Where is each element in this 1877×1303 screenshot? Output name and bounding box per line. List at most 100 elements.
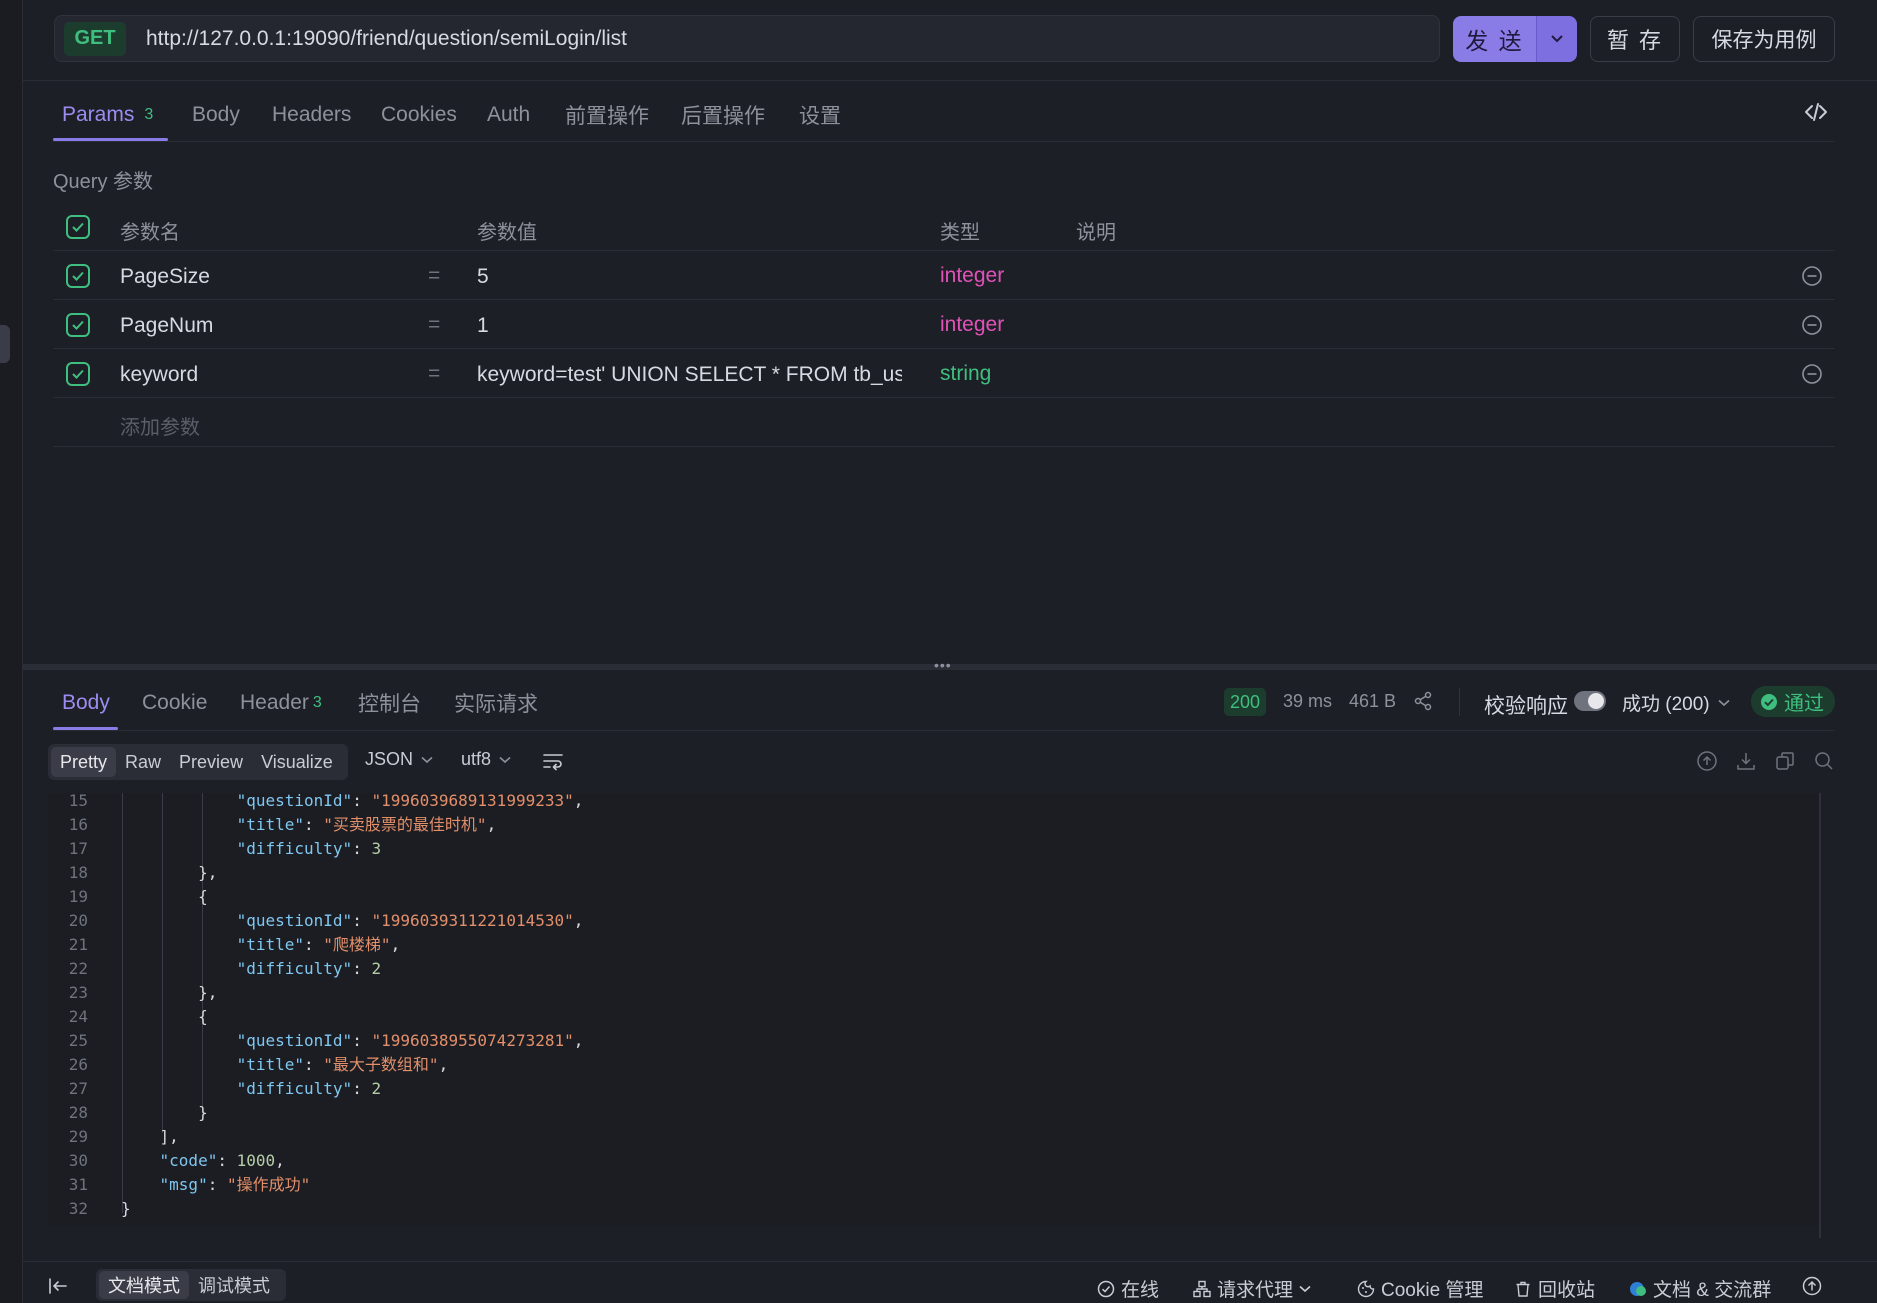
param-name[interactable]: PageSize [120,265,210,289]
line-number: 28 [68,1103,88,1122]
remove-icon[interactable] [1801,314,1823,336]
search-icon[interactable] [1813,750,1835,772]
save-as-case-button[interactable]: 保存为用例 [1693,16,1835,62]
response-tab-actual-request[interactable]: 实际请求 [454,688,538,718]
url-bar[interactable]: GET http://127.0.0.1:19090/friend/questi… [54,15,1440,62]
code-token: "1996039689131999233" [371,791,574,810]
divider [53,299,1835,300]
online-status[interactable]: 在线 [1097,1275,1159,1302]
tab-pre-request[interactable]: 前置操作 [565,100,649,130]
copy-icon[interactable] [1774,750,1796,772]
send-dropdown-button[interactable] [1536,16,1577,62]
check-icon [72,369,84,379]
code-token: "difficulty" [236,1079,353,1098]
line-number: 27 [68,1079,88,1098]
sidebar-expand-handle[interactable] [0,325,10,363]
encoding-select[interactable]: utf8 [461,749,511,770]
scroll-to-top-icon[interactable] [1802,1276,1822,1296]
row-checkbox[interactable] [66,264,90,288]
url-input[interactable]: http://127.0.0.1:19090/friend/question/s… [146,27,627,51]
pass-badge: 通过 [1751,686,1835,717]
view-mode-visualize[interactable]: Visualize [252,747,342,777]
code-token: "操作成功" [226,1175,311,1194]
recycle-bin-button[interactable]: 回收站 [1514,1275,1595,1302]
pass-label: 通过 [1784,693,1824,715]
drag-handle-icon[interactable]: ••• [934,657,952,673]
method-badge[interactable]: GET [64,21,126,56]
code-token: }, [198,983,218,1002]
stash-button[interactable]: 暂 存 [1590,16,1680,62]
row-checkbox[interactable] [66,313,90,337]
response-tab-header[interactable]: Header 3 [240,688,322,718]
format-select[interactable]: JSON [365,749,433,770]
add-param-input[interactable]: 添加参数 [120,411,200,440]
tab-body[interactable]: Body [192,100,240,130]
code-token: 1000 [236,1151,276,1170]
param-name[interactable]: PageNum [120,314,213,338]
validate-response-toggle[interactable] [1574,691,1606,711]
remove-icon[interactable] [1801,265,1823,287]
code-line: 19 { [48,885,208,909]
tab-label: Header [240,691,309,714]
row-checkbox[interactable] [66,362,90,386]
response-tab-cookie[interactable]: Cookie [142,688,207,718]
expected-response-select[interactable]: 成功 (200) [1622,689,1730,716]
code-line: 28 } [48,1101,208,1125]
word-wrap-icon[interactable] [542,751,564,771]
column-header-value: 参数值 [477,222,537,244]
param-type[interactable]: integer [940,264,1004,288]
cookie-manager-button[interactable]: Cookie 管理 [1357,1275,1483,1302]
cookie-manager-label: Cookie 管理 [1381,1280,1484,1301]
tab-count-badge: 3 [144,106,154,123]
tab-params[interactable]: Params 3 [62,100,153,130]
code-token: "1996039311221014530" [371,911,574,930]
code-line: 26 "title": "最大子数组和", [48,1053,448,1077]
code-line: 22 "difficulty": 2 [48,957,381,981]
view-mode-pretty[interactable]: Pretty [51,747,117,777]
param-value[interactable]: 5 [477,265,489,289]
download-icon[interactable] [1735,750,1757,772]
line-number: 22 [68,959,88,978]
collapse-sidebar-icon[interactable] [48,1277,68,1295]
select-all-checkbox[interactable] [66,215,90,239]
code-line: 17 "difficulty": 3 [48,837,381,861]
divider [23,80,1877,81]
code-line: 23 }, [48,981,218,1005]
response-tab-body[interactable]: Body [62,688,110,718]
line-number: 32 [68,1199,88,1218]
request-proxy-menu[interactable]: 请求代理 [1193,1275,1311,1302]
tab-settings[interactable]: 设置 [799,100,841,130]
tab-headers[interactable]: Headers [272,100,351,130]
docs-community-button[interactable]: 文档 & 交流群 [1629,1275,1771,1302]
remove-icon[interactable] [1801,363,1823,385]
param-type[interactable]: integer [940,313,1004,337]
tab-auth[interactable]: Auth [487,100,530,130]
scrollbar[interactable] [1819,793,1821,1238]
tab-post-request[interactable]: 后置操作 [681,100,765,130]
param-name[interactable]: keyword [120,363,198,387]
share-icon[interactable] [1413,691,1433,711]
line-number: 30 [68,1151,88,1170]
send-button[interactable]: 发 送 [1453,16,1536,62]
selected-value: utf8 [461,749,492,769]
mode-doc[interactable]: 文档模式 [99,1271,189,1299]
param-type[interactable]: string [940,362,991,386]
check-icon [72,222,84,232]
code-icon[interactable] [1804,100,1828,124]
code-token: "title" [236,815,305,834]
param-value[interactable]: 1 [477,314,489,338]
param-value[interactable]: keyword=test' UNION SELECT * FROM tb_use… [477,363,902,387]
code-line: 30 "code": 1000, [48,1149,285,1173]
view-mode-preview[interactable]: Preview [170,747,252,777]
query-section-label: Query 参数 [53,171,154,193]
response-tab-console[interactable]: 控制台 [358,688,421,718]
upload-icon[interactable] [1696,750,1718,772]
view-mode-raw[interactable]: Raw [116,747,170,777]
mode-debug[interactable]: 调试模式 [189,1271,279,1299]
tab-cookies[interactable]: Cookies [381,100,457,130]
divider [53,730,1835,731]
proxy-label: 请求代理 [1217,1280,1294,1301]
